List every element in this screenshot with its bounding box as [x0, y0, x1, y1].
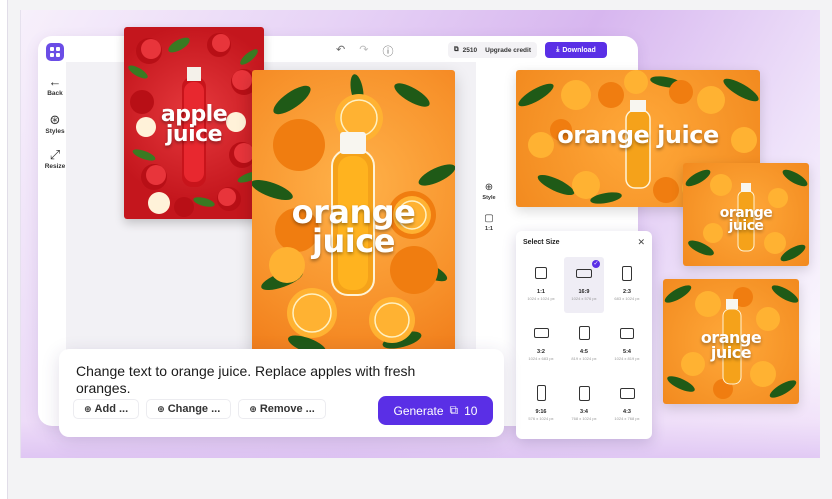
size-option-3-2[interactable]: 3:2 1024 x 683 px [521, 317, 561, 373]
select-size-panel: Select Size ✕ 1:1 1024 x 1024 px ✓ 16:9 … [516, 231, 652, 439]
size-ratio: 1:1 [537, 289, 545, 295]
aspect-tool-label: 1:1 [485, 226, 493, 232]
size-ratio: 5:4 [623, 349, 631, 355]
apple-juice-poster[interactable]: apple juice [124, 27, 264, 219]
size-dims: 1024 x 819 px [614, 356, 640, 361]
size-ratio: 2:3 [623, 289, 631, 295]
add-chip[interactable]: ⊕ Add ... [73, 399, 140, 419]
size-dims: 819 x 1024 px [571, 356, 597, 361]
history-controls: ↶ ↷ ⓘ [336, 43, 393, 59]
landscape-ratio-icon [620, 327, 634, 339]
app-logo-icon [46, 43, 64, 61]
size-option-9-16[interactable]: 9:16 576 x 1024 px [521, 377, 561, 433]
change-chip-label: Change ... [167, 403, 221, 415]
styles-label: Styles [45, 128, 65, 135]
style-tool-label: Style [482, 195, 496, 201]
credit-icon: ⧉ [454, 46, 459, 53]
style-icon: ⊕ [484, 182, 494, 193]
redo-icon[interactable]: ↷ [359, 43, 368, 59]
orange-poster-line2: juice [312, 222, 395, 261]
remove-chip-label: Remove ... [259, 403, 315, 415]
aspect-tool[interactable]: ▢ 1:1 [478, 213, 500, 232]
orange-juice-portrait-poster[interactable]: orange juice [663, 279, 799, 404]
style-tool[interactable]: ⊕ Style [478, 182, 500, 201]
info-icon[interactable]: ⓘ [382, 43, 393, 59]
size-dims: 768 x 1024 px [571, 416, 597, 421]
prompt-box[interactable]: Change text to orange juice. Replace app… [59, 349, 504, 437]
plus-icon: ⊕ [249, 403, 257, 414]
resize-button[interactable]: ⤢ Resize [42, 147, 68, 171]
portrait-ratio-icon [578, 326, 590, 340]
generate-label: Generate [393, 403, 444, 418]
size-option-16-9[interactable]: ✓ 16:9 1024 x 576 px [564, 257, 604, 313]
credit-icon: ⧉ [449, 403, 459, 417]
close-icon[interactable]: ✕ [637, 237, 645, 248]
size-dims: 1024 x 576 px [571, 296, 597, 301]
credit-count: 2510 [462, 46, 478, 54]
plus-icon: ⊕ [157, 403, 165, 414]
orange-juice-poster[interactable]: orange juice [252, 70, 455, 356]
apple-poster-line2: juice [165, 122, 223, 148]
change-chip[interactable]: ⊕ Change ... [146, 399, 232, 419]
tall-ratio-icon [536, 385, 546, 401]
portrait-ratio-icon [622, 265, 632, 281]
back-arrow-icon: ← [48, 74, 62, 89]
credits-badge[interactable]: ⧉ 2510 Upgrade credit [448, 42, 537, 58]
size-option-4-5[interactable]: 4:5 819 x 1024 px [564, 317, 604, 373]
back-button[interactable]: ← Back [42, 74, 68, 98]
landscape-ratio-icon [619, 387, 635, 399]
generate-button[interactable]: Generate ⧉ 10 [378, 396, 493, 425]
size-option-1-1[interactable]: 1:1 1024 x 1024 px [521, 257, 561, 313]
canvas-side-tools: ⊕ Style ▢ 1:1 [478, 182, 500, 244]
resize-icon: ⤢ [49, 147, 61, 162]
download-button[interactable]: ⤓ Download [545, 42, 607, 58]
wide-ratio-icon [576, 268, 592, 278]
prompt-chips: ⊕ Add ... ⊕ Change ... ⊕ Remove ... [73, 399, 326, 419]
size-option-5-4[interactable]: 5:4 1024 x 819 px [607, 317, 647, 373]
remove-chip[interactable]: ⊕ Remove ... [238, 399, 326, 419]
size-ratio: 16:9 [578, 289, 590, 295]
plus-icon: ⊕ [84, 403, 92, 414]
size-option-2-3[interactable]: 2:3 683 x 1024 px [607, 257, 647, 313]
add-chip-label: Add ... [94, 403, 129, 415]
size-ratio: 4:3 [623, 409, 631, 415]
select-size-title: Select Size [523, 239, 560, 246]
prompt-text[interactable]: Change text to orange juice. Replace app… [76, 363, 446, 397]
size-dims: 683 x 1024 px [614, 296, 640, 301]
size-option-4-3[interactable]: 4:3 1024 x 768 px [607, 377, 647, 433]
size-dims: 1024 x 683 px [528, 356, 554, 361]
size-dims: 576 x 1024 px [528, 416, 554, 421]
size-option-3-4[interactable]: 3:4 768 x 1024 px [564, 377, 604, 433]
landscape-ratio-icon [533, 328, 549, 338]
square-ratio-icon [535, 267, 547, 279]
size-ratio: 3:4 [580, 409, 588, 415]
size-ratio: 9:16 [535, 409, 547, 415]
styles-icon: ⊛ [49, 112, 61, 127]
resize-label: Resize [44, 163, 66, 170]
check-icon: ✓ [592, 260, 600, 268]
undo-icon[interactable]: ↶ [336, 43, 345, 59]
size-dims: 1024 x 768 px [614, 416, 640, 421]
size-options-grid: 1:1 1024 x 1024 px ✓ 16:9 1024 x 576 px … [521, 257, 647, 433]
aspect-square-icon: ▢ [484, 213, 494, 224]
landscape-poster-text: orange juice [557, 121, 719, 149]
size-ratio: 4:5 [580, 349, 588, 355]
size-dims: 1024 x 1024 px [527, 296, 555, 301]
orange-juice-square-poster[interactable]: orange juice [683, 163, 809, 266]
download-label: Download [562, 46, 596, 54]
generate-cost: 10 [464, 403, 478, 418]
upgrade-credit-link[interactable]: Upgrade credit [485, 47, 531, 54]
portrait-ratio-icon [578, 385, 590, 401]
styles-button[interactable]: ⊛ Styles [42, 112, 68, 136]
download-icon: ⤓ [556, 46, 560, 53]
left-edge-strip [0, 0, 8, 499]
size-ratio: 3:2 [537, 349, 545, 355]
portrait-poster-line2: juice [710, 342, 752, 362]
back-label: Back [47, 90, 63, 97]
square-poster-line2: juice [728, 217, 764, 234]
